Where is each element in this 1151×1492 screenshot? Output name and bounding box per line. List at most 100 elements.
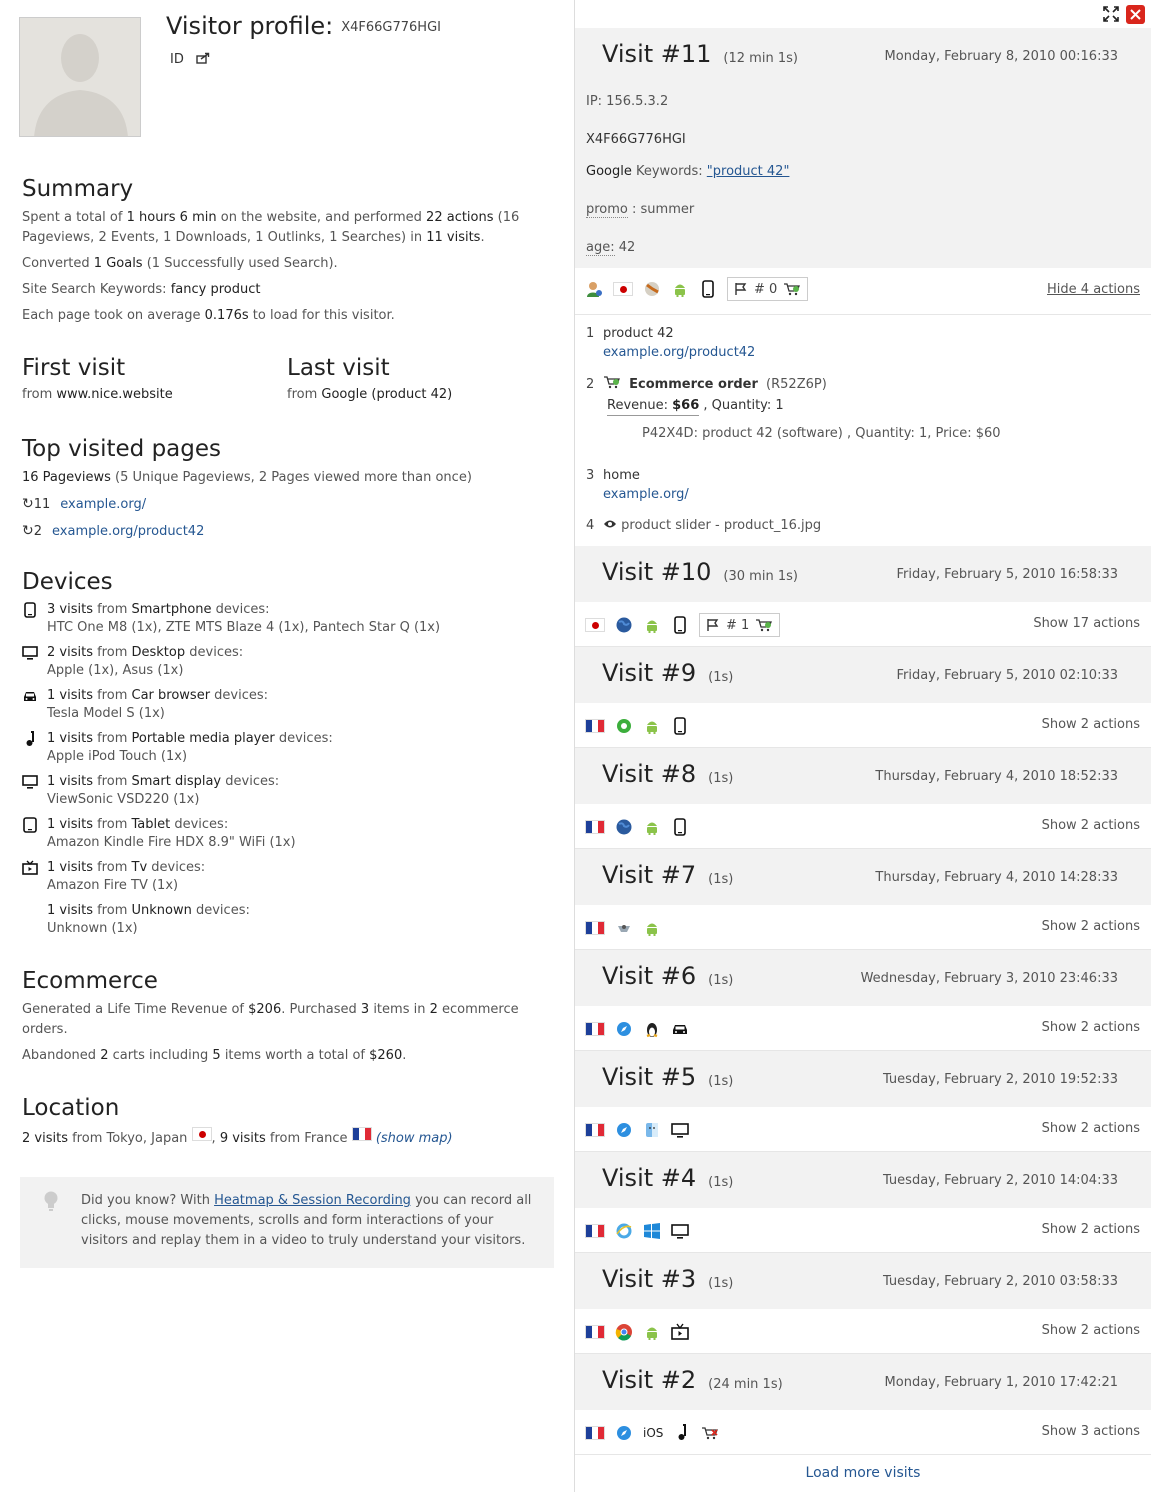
car-icon — [24, 692, 36, 701]
load-more-visits-link[interactable]: Load more visits — [806, 1465, 921, 1481]
goal-conversion-box: # 1 — [699, 613, 781, 637]
visit-header[interactable]: Visit #5 (1s) Tuesday, February 2, 2010 19… — [575, 1051, 1151, 1107]
custom-variable-name: age: — [586, 240, 615, 256]
visit-number: Visit #11 — [602, 40, 712, 68]
referrer-keyword-link[interactable]: "product 42" — [707, 164, 790, 179]
goal-count: # 1 — [726, 617, 750, 633]
visit-header[interactable]: Visit #8 (1s) Thursday, February 4, 2010 1… — [575, 748, 1151, 804]
visit-summary-row: # 1 Show 17 actions — [575, 602, 1151, 647]
ecommerce-cart-icon — [756, 619, 773, 632]
action-url-link[interactable]: example.org/product42 — [603, 345, 755, 360]
android-icon — [647, 721, 657, 734]
flag-france-icon — [585, 1123, 605, 1137]
action-url-link[interactable]: example.org/ — [603, 487, 689, 502]
hide-actions-link[interactable]: Hide 4 actions — [1047, 282, 1140, 297]
visit-header[interactable]: Visit #10 (30 min 1s) Friday, February 5, … — [575, 546, 1151, 602]
visit-summary-row: Show 2 actions — [575, 1107, 1151, 1152]
show-actions-link[interactable]: Show 2 actions — [1042, 717, 1140, 732]
abandoned-total: $260 — [369, 1048, 403, 1063]
device-visits: 3 visits — [47, 602, 93, 617]
visit-title: Visit #6 (1s) — [602, 962, 733, 990]
top-page-item: ↻11 example.org/ — [22, 494, 542, 515]
music-note-icon — [678, 1424, 686, 1440]
repeat-icon: ↻ — [22, 496, 34, 512]
ecommerce-cart-icon — [784, 283, 801, 296]
orders-count: 2 — [429, 1002, 438, 1017]
show-actions-link[interactable]: Show 2 actions — [1042, 1020, 1140, 1035]
load-more-row: Load more visits — [575, 1455, 1151, 1481]
device-text: devices: — [170, 817, 229, 832]
device-models: Apple iPod Touch (1x) — [47, 749, 188, 764]
visit-duration: (1s) — [708, 1074, 734, 1089]
ecommerce-section: Ecommerce Generated a Life Time Revenue … — [22, 968, 532, 1072]
ecommerce-text: Abandoned — [22, 1048, 101, 1063]
action-number: 2 — [586, 377, 595, 392]
fullscreen-icon[interactable] — [1103, 6, 1119, 22]
smartphone-icon — [702, 280, 714, 298]
summary-text: . — [480, 230, 485, 245]
heatmap-session-recording-link[interactable]: Heatmap & Session Recording — [214, 1193, 411, 1208]
summary-text: Each page took on average — [22, 308, 205, 323]
show-map-link[interactable]: (show map) — [376, 1131, 453, 1146]
top-page-count: 2 — [33, 524, 43, 539]
show-actions-link[interactable]: Show 3 actions — [1042, 1424, 1140, 1439]
visit-header[interactable]: Visit #3 (1s) Tuesday, February 2, 2010 03… — [575, 1253, 1151, 1309]
last-visit-heading: Last visit — [287, 355, 390, 381]
summary-heading: Summary — [22, 176, 134, 202]
visit-header[interactable]: Visit #4 (1s) Tuesday, February 2, 2010 14… — [575, 1152, 1151, 1208]
device-visits: 1 visits — [47, 903, 93, 918]
devices-section: Devices 3 visits from Smartphone devices… — [22, 569, 552, 945]
flag-goal-icon — [707, 619, 719, 631]
visit-title: Visit #2 (24 min 1s) — [602, 1366, 783, 1394]
first-visit-from: from — [22, 387, 57, 402]
revenue-label: Revenue: — [607, 398, 673, 413]
globe-icon — [616, 617, 632, 633]
show-actions-link[interactable]: Show 2 actions — [1042, 1121, 1140, 1136]
goal-conversion-box: # 0 — [727, 277, 809, 301]
device-text: devices: — [147, 860, 206, 875]
visit-11-header[interactable]: Visit #11 (12 min 1s) Monday, February 8,… — [575, 28, 1151, 84]
visits-panel: Visit #11 (12 min 1s) Monday, February 8,… — [574, 0, 1151, 1492]
order-quantity: , Quantity: 1 — [699, 398, 784, 413]
ecommerce-order-id: (R52Z6P) — [766, 377, 827, 392]
device-text: from — [92, 774, 132, 789]
summary-line-load: Each page took on average 0.176s to load… — [22, 306, 542, 326]
android-icon — [647, 1327, 657, 1340]
show-actions-link[interactable]: Show 2 actions — [1042, 818, 1140, 833]
safari-icon — [617, 1022, 631, 1036]
top-page-link[interactable]: example.org/product42 — [52, 524, 204, 539]
device-visits: 1 visits — [47, 774, 93, 789]
visit-header[interactable]: Visit #6 (1s) Wednesday, February 3, 2010 … — [575, 950, 1151, 1006]
visit-summary-row: iOS Show 3 actions — [575, 1410, 1151, 1455]
abandoned-cart-icon — [702, 1427, 718, 1440]
visit-header[interactable]: Visit #2 (24 min 1s) Monday, February 1, 2… — [575, 1354, 1151, 1410]
flag-japan-icon — [585, 618, 605, 632]
show-actions-link[interactable]: Show 2 actions — [1042, 1323, 1140, 1338]
ecommerce-order-title: Ecommerce order — [629, 377, 758, 392]
first-visit-heading: First visit — [22, 355, 126, 381]
visit-number: Visit #7 — [602, 861, 697, 889]
export-icon[interactable] — [196, 52, 210, 64]
windows-icon — [644, 1223, 660, 1239]
smartphone-icon — [674, 616, 686, 634]
device-text: devices: — [210, 688, 269, 703]
summary-text: Spent a total of — [22, 210, 127, 225]
device-summary: 1 visits from Tv devices: — [47, 859, 552, 877]
visit-header[interactable]: Visit #7 (1s) Thursday, February 4, 2010 1… — [575, 849, 1151, 905]
visit-header[interactable]: Visit #9 (1s) Friday, February 5, 2010 02:… — [575, 647, 1151, 703]
show-actions-link[interactable]: Show 2 actions — [1042, 1222, 1140, 1237]
visit-duration: (1s) — [708, 1276, 734, 1291]
visit-icons — [585, 717, 689, 735]
desktop-icon — [671, 1224, 689, 1239]
panel-toolbar — [575, 0, 1151, 28]
show-actions-link[interactable]: Show 17 actions — [1033, 616, 1140, 631]
visit-date: Thursday, February 4, 2010 14:28:33 — [875, 870, 1118, 885]
close-icon[interactable] — [1126, 5, 1145, 24]
top-page-link[interactable]: example.org/ — [60, 497, 146, 512]
flag-goal-icon — [735, 283, 747, 295]
visit-title: Visit #9 (1s) — [602, 659, 733, 687]
device-item: 1 visits from Car browser devices: Tesla… — [22, 687, 552, 723]
show-actions-link[interactable]: Show 2 actions — [1042, 919, 1140, 934]
tablet-icon — [23, 817, 37, 833]
flag-france-icon — [585, 921, 605, 935]
